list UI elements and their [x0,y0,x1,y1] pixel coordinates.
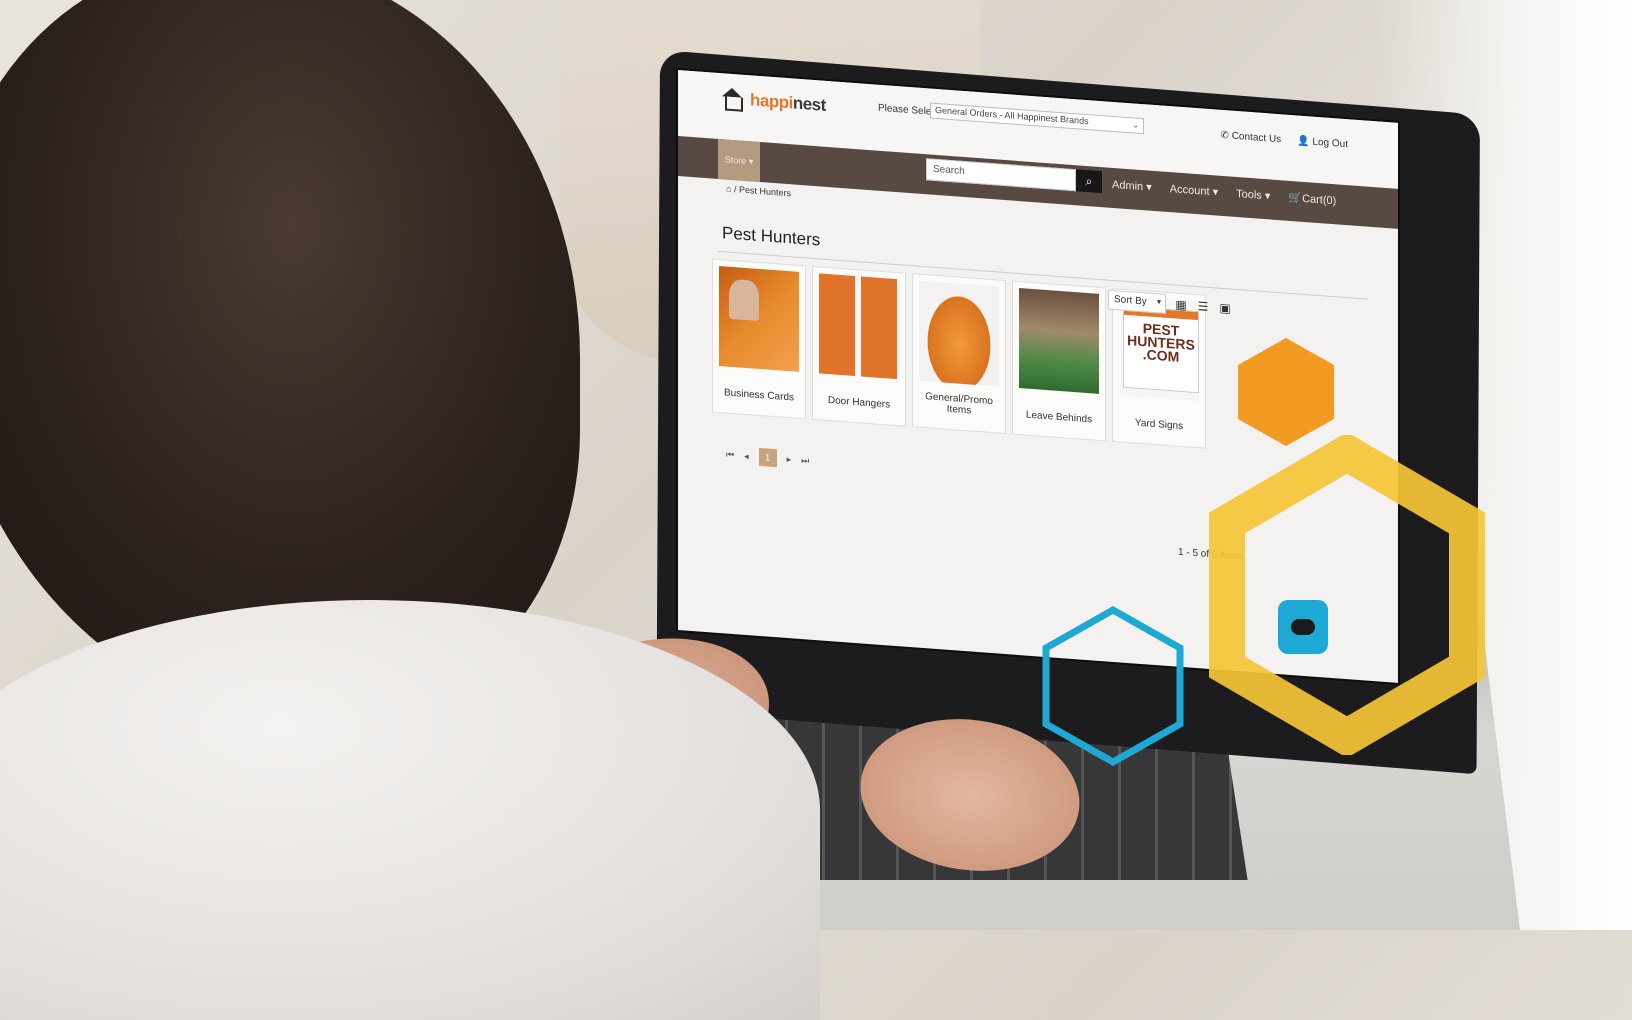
house-icon [720,87,744,111]
search-icon: ⌕ [1085,173,1093,188]
product-card-business-cards[interactable]: Business Cards [712,258,806,420]
nav-account[interactable]: Account ▾ [1170,182,1218,199]
product-label: Yard Signs [1134,417,1184,433]
next-page-icon[interactable]: ▸ [787,453,792,464]
product-card-promo-items[interactable]: General/Promo Items [912,273,1006,435]
product-thumbnail [719,266,799,372]
product-label: Leave Behinds [1025,409,1093,426]
yard-sign-image: PEST HUNTERS .COM [1123,305,1199,394]
search-button[interactable]: ⌕ [1076,169,1102,194]
chevron-down-icon: ⌄ [1132,120,1139,130]
product-card-door-hangers[interactable]: Door Hangers [812,265,906,427]
chat-button[interactable] [1278,600,1328,654]
user-icon: 👤 [1297,135,1313,148]
product-label: General/Promo Items [925,391,993,417]
nav-tools[interactable]: Tools ▾ [1236,187,1270,203]
blue-hexagon-outline-icon [1042,605,1184,767]
preview-view-icon[interactable]: ▣ [1218,301,1232,316]
nav-cart[interactable]: 🛒Cart(0) [1288,191,1336,208]
logo-suffix: nest [792,93,826,115]
home-icon[interactable]: ⌂ [726,184,731,194]
phone-icon: ✆ [1220,129,1232,142]
product-thumbnail [819,273,899,380]
top-links: ✆ Contact Us 👤 Log Out [1221,130,1348,150]
nav-menu: Admin ▾ Account ▾ Tools ▾ 🛒Cart(0) [1112,178,1336,207]
search-input[interactable]: Search [926,158,1076,192]
first-page-icon[interactable]: ⏮ [726,449,734,461]
pagination: ⏮ ◂ 1 ▸ ⏭ [726,446,809,470]
store-select[interactable]: General Orders - All Happinest Brands ⌄ [930,102,1144,135]
product-thumbnail [919,280,999,387]
chevron-down-icon: ▾ [1156,297,1161,307]
store-menu-button[interactable]: Store ▾ [718,138,760,183]
breadcrumb: ⌂ / Pest Hunters [726,184,791,199]
site-logo[interactable]: happinest [720,87,826,117]
product-label: Door Hangers [827,395,891,411]
product-thumbnail [1019,288,1099,394]
last-page-icon[interactable]: ⏭ [801,455,809,467]
store-select-value: General Orders - All Happinest Brands [935,104,1089,127]
orange-hexagon-icon [1238,338,1334,446]
grid-view-icon[interactable]: ▦ [1174,297,1188,313]
current-page[interactable]: 1 [758,447,777,468]
log-out-link[interactable]: 👤 Log Out [1297,135,1348,150]
prev-page-icon[interactable]: ◂ [744,450,749,461]
product-card-leave-behinds[interactable]: Leave Behinds [1012,280,1106,442]
breadcrumb-current: / Pest Hunters [733,184,791,199]
list-view-icon[interactable]: ☰ [1196,299,1210,314]
contact-us-link[interactable]: ✆ Contact Us [1221,130,1282,145]
logo-prefix: happi [750,90,793,113]
page-title: Pest Hunters [722,223,821,250]
sort-by-select[interactable]: Sort By ▾ [1108,289,1166,314]
yellow-hexagon-outline-icon [1209,435,1485,755]
product-label: Business Cards [723,387,795,404]
cart-icon: 🛒 [1288,191,1303,205]
nav-admin[interactable]: Admin ▾ [1112,178,1152,194]
product-grid: Business Cards Door Hangers General/Prom… [712,258,1206,449]
